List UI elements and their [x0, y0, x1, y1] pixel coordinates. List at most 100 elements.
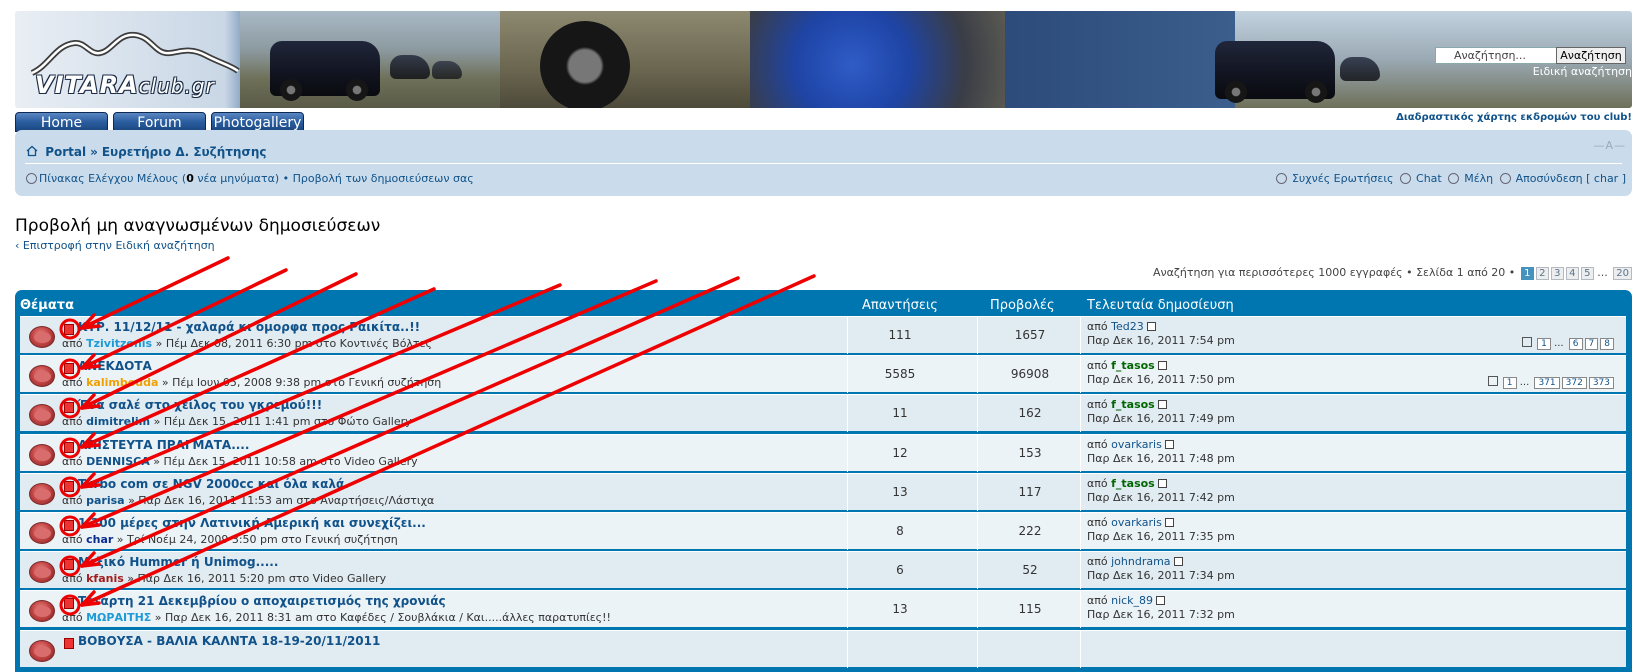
topic-date-forum: » Τρί Νοέμ 24, 2009 3:50 pm στο Γενική σ… — [113, 533, 398, 546]
topic-title[interactable]: Turbo com σε NGV 2000cc και όλα καλά. — [78, 477, 349, 491]
topic-page-link[interactable]: 8 — [1600, 338, 1614, 350]
topic-title[interactable]: ΑΝΕΚΔΟΤΑ — [78, 359, 152, 373]
last-post-author[interactable]: ovarkaris — [1111, 516, 1162, 529]
last-post-author[interactable]: johndrama — [1111, 555, 1170, 568]
topic-title[interactable]: Ένα σαλέ στο χείλος του γκρεμού!!! — [78, 398, 322, 412]
new-post-icon[interactable] — [64, 637, 74, 649]
breadcrumb-portal[interactable]: Portal — [45, 145, 86, 159]
table-row[interactable]: ΚΥΡ. 11/12/11 - χαλαρά κι όμορφα προς Ρα… — [20, 316, 1626, 354]
page-link[interactable]: 5 — [1580, 267, 1594, 280]
last-post-author[interactable]: nick_89 — [1111, 594, 1153, 607]
trip-map-link[interactable]: Διαδραστικός χάρτης εκδρομών του club! — [1396, 112, 1632, 123]
site-logo[interactable]: VITARAclub.gr — [15, 11, 240, 108]
topic-author[interactable]: kfanis — [86, 572, 124, 585]
topic-title[interactable]: 1.300 μέρες στην Λατινική Αμερική και συ… — [78, 516, 426, 530]
topic-page-link[interactable]: 6 — [1568, 338, 1583, 350]
page-link[interactable]: 2 — [1535, 267, 1549, 280]
page-link[interactable]: 1 — [1520, 267, 1534, 280]
topic-page-link[interactable]: 1 — [1537, 338, 1551, 350]
tab-home[interactable]: Home — [15, 112, 108, 132]
topic-icon — [29, 482, 55, 505]
topic-page-link[interactable]: 1 — [1502, 377, 1517, 390]
new-post-icon[interactable] — [64, 402, 74, 414]
table-row[interactable]: ΒΟΒΟΥΣΑ - ΒΑΛΙΑ ΚΑΛΝΤΑ 18-19-20/11/2011 — [20, 629, 1626, 668]
page-link[interactable]: 20 — [1613, 267, 1632, 280]
table-row[interactable]: ΑΝΕΚΔΟΤΑ από kalimbouda » Πέμ Ιουν 05, 20… — [20, 355, 1626, 394]
topic-author[interactable]: Tzivitzonis — [86, 337, 152, 350]
faq-icon — [1275, 173, 1287, 184]
topic-page-link[interactable]: 371 — [1534, 377, 1560, 390]
topic-meta: από Tzivitzonis » Πέμ Δεκ 08, 2011 6:30 … — [62, 337, 432, 350]
view-latest-post-icon[interactable] — [1157, 361, 1167, 371]
table-row[interactable]: Μεξικό Hummer ή Unimog..... από kfanis » … — [20, 551, 1626, 590]
last-post-author[interactable]: f_tasos — [1111, 398, 1155, 411]
topic-icon — [29, 639, 55, 662]
page-link[interactable]: 3 — [1550, 267, 1564, 280]
last-post: από ovarkaris Παρ Δεκ 16, 2011 7:48 pm — [1087, 438, 1235, 466]
table-row[interactable]: ΑΠΙΣΤΕΥΤΑ ΠΡΑΓΜΑΤΑ.... από DENNISCA » Πέμ… — [20, 433, 1626, 472]
own-posts-link[interactable]: Προβολή των δημοσιεύσεων σας — [293, 172, 474, 185]
new-post-icon[interactable] — [64, 324, 74, 335]
tab-forum[interactable]: Forum — [113, 112, 206, 132]
new-post-icon[interactable] — [64, 598, 74, 610]
view-latest-post-icon[interactable] — [1157, 400, 1167, 410]
table-row[interactable]: Τετάρτη 21 Δεκεμβρίου ο αποχαιρετισμός τ… — [20, 590, 1626, 629]
view-latest-post-icon[interactable] — [1157, 478, 1167, 488]
by-label: από — [1087, 476, 1112, 490]
by-label: από — [62, 337, 87, 350]
view-latest-post-icon[interactable] — [1156, 596, 1166, 606]
topic-author[interactable]: char — [86, 533, 113, 546]
topic-page-link[interactable]: 373 — [1588, 377, 1614, 390]
search-input[interactable]: Αναζήτηση... — [1435, 47, 1560, 64]
new-post-icon[interactable] — [64, 441, 74, 453]
topic-author[interactable]: DENNISCA — [86, 455, 150, 468]
last-post-author[interactable]: f_tasos — [1111, 477, 1155, 490]
new-post-icon[interactable] — [64, 559, 74, 571]
table-row[interactable]: 1.300 μέρες στην Λατινική Αμερική και συ… — [20, 512, 1626, 550]
topic-title[interactable]: Μεξικό Hummer ή Unimog..... — [78, 555, 278, 569]
last-post-author[interactable]: Ted23 — [1111, 320, 1144, 333]
topic-title[interactable]: Τετάρτη 21 Δεκεμβρίου ο αποχαιρετισμός τ… — [78, 594, 446, 608]
topic-author[interactable]: kalimbouda — [86, 376, 158, 389]
pagination-ellipsis: ... — [1550, 338, 1567, 349]
topic-page-link[interactable]: 7 — [1584, 338, 1599, 350]
faq-link[interactable]: Συχνές Ερωτήσεις — [1292, 172, 1394, 185]
page-link[interactable]: 4 — [1565, 267, 1579, 280]
topic-page-link[interactable]: 372 — [1561, 377, 1587, 390]
view-latest-post-icon[interactable] — [1164, 518, 1174, 527]
last-post-time: Παρ Δεκ 16, 2011 7:35 pm — [1087, 530, 1235, 543]
chat-link[interactable]: Chat — [1416, 172, 1442, 185]
topic-author[interactable]: parisa — [86, 494, 124, 507]
by-label: από — [1087, 437, 1112, 451]
topic-title[interactable]: ΚΥΡ. 11/12/11 - χαλαρά κι όμορφα προς Ρα… — [78, 320, 420, 334]
table-row[interactable]: Ένα σαλέ στο χείλος του γκρεμού!!! από di… — [20, 394, 1626, 433]
topic-title[interactable]: ΒΟΒΟΥΣΑ - ΒΑΛΙΑ ΚΑΛΝΤΑ 18-19-20/11/2011 — [78, 634, 380, 648]
logout-link[interactable]: Αποσύνδεση [ char ] — [1516, 172, 1626, 185]
view-latest-post-icon[interactable] — [1164, 439, 1174, 449]
back-to-search-link[interactable]: ‹ Επιστροφή στην Ειδική αναζήτηση — [15, 239, 215, 252]
search-button[interactable]: Αναζήτηση — [1556, 47, 1626, 64]
new-post-icon[interactable] — [64, 363, 74, 375]
topic-icon — [29, 522, 55, 544]
advanced-search-link[interactable]: Ειδική αναζήτηση — [1533, 65, 1632, 78]
reply-count: 5585 — [884, 367, 916, 382]
members-link[interactable]: Μέλη — [1464, 172, 1493, 185]
view-latest-post-icon[interactable] — [1173, 557, 1183, 567]
breadcrumb-forum-index[interactable]: Ευρετήριο Δ. Συζήτησης — [102, 145, 267, 159]
topic-author[interactable]: dimitrelim — [86, 415, 150, 428]
header-last-post: Τελευταία δημοσίευση — [1087, 298, 1234, 313]
tab-photogallery[interactable]: Photogallery — [211, 112, 304, 132]
topic-date-forum: » Πέμ Δεκ 15, 2011 1:41 pm στο Φώτο Gall… — [150, 415, 412, 429]
topic-meta: από kalimbouda » Πέμ Ιουν 05, 2008 9:38 … — [62, 376, 441, 389]
topic-title[interactable]: ΑΠΙΣΤΕΥΤΑ ΠΡΑΓΜΑΤΑ.... — [78, 438, 249, 452]
font-size-control[interactable]: —A— — [1593, 139, 1626, 152]
topic-author[interactable]: ΜΩΡΑΙΤΗΣ — [86, 611, 151, 624]
last-post-author[interactable]: f_tasos — [1111, 359, 1155, 372]
new-post-icon[interactable] — [64, 520, 74, 531]
header-views: Προβολές — [990, 298, 1055, 313]
last-post-author[interactable]: ovarkaris — [1111, 438, 1162, 451]
table-row[interactable]: Turbo com σε NGV 2000cc και όλα καλά. από… — [20, 472, 1626, 511]
ucp-link[interactable]: Πίνακας Ελέγχου Μέλους (0 νέα μηνύματα) — [39, 172, 279, 185]
new-post-icon[interactable] — [64, 480, 74, 492]
view-latest-post-icon[interactable] — [1146, 322, 1156, 331]
